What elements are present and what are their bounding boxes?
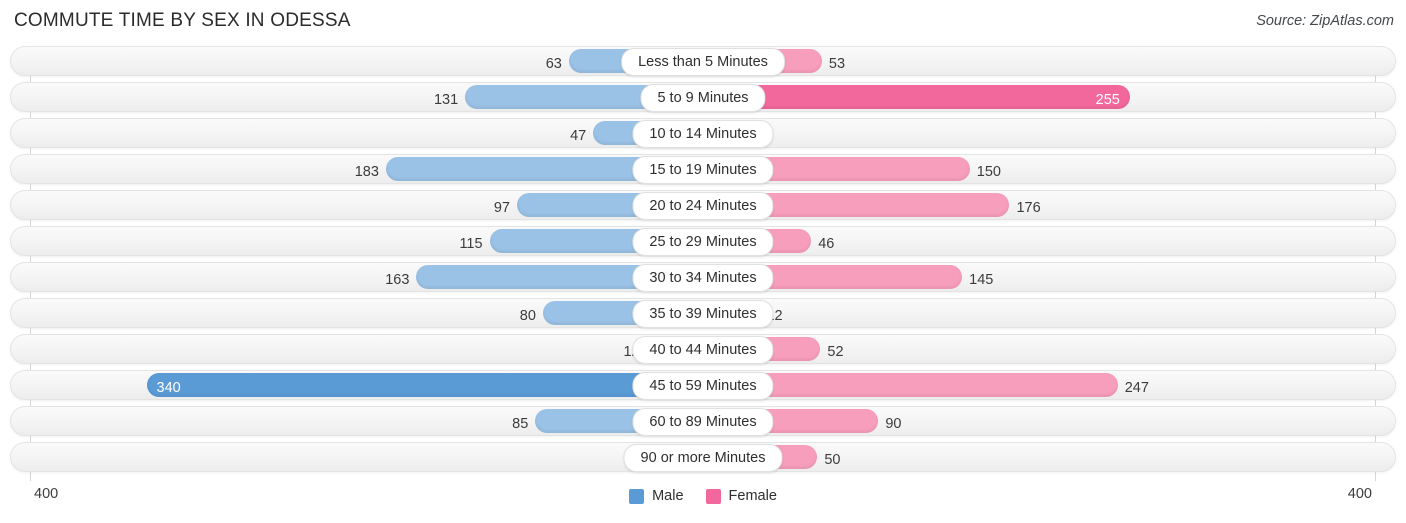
male-value-label: 63 bbox=[545, 56, 562, 72]
male-half: 12 bbox=[10, 334, 703, 364]
female-half: 50 bbox=[703, 442, 1396, 472]
chart-row: 12 52 40 to 44 Minutes bbox=[10, 334, 1396, 364]
male-value-label: 340 bbox=[156, 380, 181, 396]
chart-header: COMMUTE TIME BY SEX IN ODESSA Source: Zi… bbox=[0, 0, 1406, 44]
category-label: 30 to 34 Minutes bbox=[632, 264, 774, 292]
page-title: COMMUTE TIME BY SEX IN ODESSA bbox=[14, 10, 351, 31]
female-half: 53 bbox=[703, 46, 1396, 76]
male-half: 63 bbox=[10, 46, 703, 76]
chart-row: 183 150 15 to 19 Minutes bbox=[10, 154, 1396, 184]
female-value-label: 247 bbox=[1124, 380, 1149, 396]
female-half: 46 bbox=[703, 226, 1396, 256]
chart-footer: 400 400 Male Female bbox=[10, 484, 1396, 518]
female-half: 0 bbox=[703, 118, 1396, 148]
female-half: 150 bbox=[703, 154, 1396, 184]
female-half: 176 bbox=[703, 190, 1396, 220]
female-half: 90 bbox=[703, 406, 1396, 436]
male-half: 47 bbox=[10, 118, 703, 148]
male-value-label: 85 bbox=[512, 416, 529, 432]
male-value-label: 115 bbox=[459, 236, 483, 252]
category-label: 25 to 29 Minutes bbox=[632, 228, 774, 256]
female-value-label: 53 bbox=[828, 56, 846, 72]
male-half: 80 bbox=[10, 298, 703, 328]
category-label: Less than 5 Minutes bbox=[621, 48, 785, 76]
chart-row: 97 176 20 to 24 Minutes bbox=[10, 190, 1396, 220]
female-value-label: 90 bbox=[885, 416, 902, 432]
female-value-label: 52 bbox=[827, 344, 844, 360]
female-value-label: 150 bbox=[976, 164, 1001, 180]
chart-plot-area: 63 53 Less than 5 Minutes 131 255 5 to 9 Minu… bbox=[10, 46, 1396, 481]
female-value-label: 50 bbox=[824, 452, 841, 468]
chart-row: 340 247 45 to 59 Minutes bbox=[10, 370, 1396, 400]
male-value-label: 80 bbox=[519, 308, 536, 324]
legend-swatch-icon bbox=[705, 488, 721, 504]
female-value-label: 255 bbox=[1095, 92, 1120, 108]
male-bar[interactable]: 340 bbox=[146, 373, 703, 397]
female-half: 145 bbox=[703, 262, 1396, 292]
male-half: 183 bbox=[10, 154, 703, 184]
legend-label: Female bbox=[728, 488, 777, 504]
chart-row: 85 90 60 to 89 Minutes bbox=[10, 406, 1396, 436]
category-label: 35 to 39 Minutes bbox=[632, 300, 774, 328]
chart-row: 131 255 5 to 9 Minutes bbox=[10, 82, 1396, 112]
chart-row: 63 53 Less than 5 Minutes bbox=[10, 46, 1396, 76]
chart-legend: Male Female bbox=[10, 488, 1396, 504]
legend-swatch-icon bbox=[629, 488, 645, 504]
male-value-label: 183 bbox=[354, 164, 379, 180]
female-half: 255 bbox=[703, 82, 1396, 112]
category-label: 40 to 44 Minutes bbox=[632, 336, 774, 364]
category-label: 90 or more Minutes bbox=[623, 444, 783, 472]
legend-item-female[interactable]: Female bbox=[705, 488, 777, 504]
chart-row: 11 50 90 or more Minutes bbox=[10, 442, 1396, 472]
category-label: 45 to 59 Minutes bbox=[632, 372, 774, 400]
chart-page: COMMUTE TIME BY SEX IN ODESSA Source: Zi… bbox=[0, 0, 1406, 523]
legend-item-male[interactable]: Male bbox=[629, 488, 684, 504]
female-value-label: 46 bbox=[818, 236, 835, 252]
female-value-label: 176 bbox=[1016, 200, 1041, 216]
category-label: 15 to 19 Minutes bbox=[632, 156, 774, 184]
male-half: 115 bbox=[10, 226, 703, 256]
male-value-label: 97 bbox=[493, 200, 510, 216]
female-bar[interactable]: 255 bbox=[703, 85, 1130, 109]
category-label: 20 to 24 Minutes bbox=[632, 192, 774, 220]
female-half: 247 bbox=[703, 370, 1396, 400]
category-label: 10 to 14 Minutes bbox=[632, 120, 774, 148]
category-label: 60 to 89 Minutes bbox=[632, 408, 774, 436]
male-half: 131 bbox=[10, 82, 703, 112]
chart-row: 47 010 to 14 Minutes bbox=[10, 118, 1396, 148]
female-half: 12 bbox=[703, 298, 1396, 328]
female-value-label: 145 bbox=[969, 272, 994, 288]
legend-label: Male bbox=[652, 488, 684, 504]
chart-row: 163 145 30 to 34 Minutes bbox=[10, 262, 1396, 292]
male-half: 163 bbox=[10, 262, 703, 292]
male-half: 340 bbox=[10, 370, 703, 400]
male-value-label: 47 bbox=[570, 128, 587, 144]
male-value-label: 131 bbox=[433, 92, 459, 108]
male-half: 85 bbox=[10, 406, 703, 436]
category-label: 5 to 9 Minutes bbox=[640, 84, 766, 112]
source-attribution: Source: ZipAtlas.com bbox=[1256, 13, 1394, 29]
chart-row: 80 12 35 to 39 Minutes bbox=[10, 298, 1396, 328]
chart-row: 115 46 25 to 29 Minutes bbox=[10, 226, 1396, 256]
male-half: 11 bbox=[10, 442, 703, 472]
male-half: 97 bbox=[10, 190, 703, 220]
male-value-label: 163 bbox=[385, 272, 410, 288]
female-half: 52 bbox=[703, 334, 1396, 364]
